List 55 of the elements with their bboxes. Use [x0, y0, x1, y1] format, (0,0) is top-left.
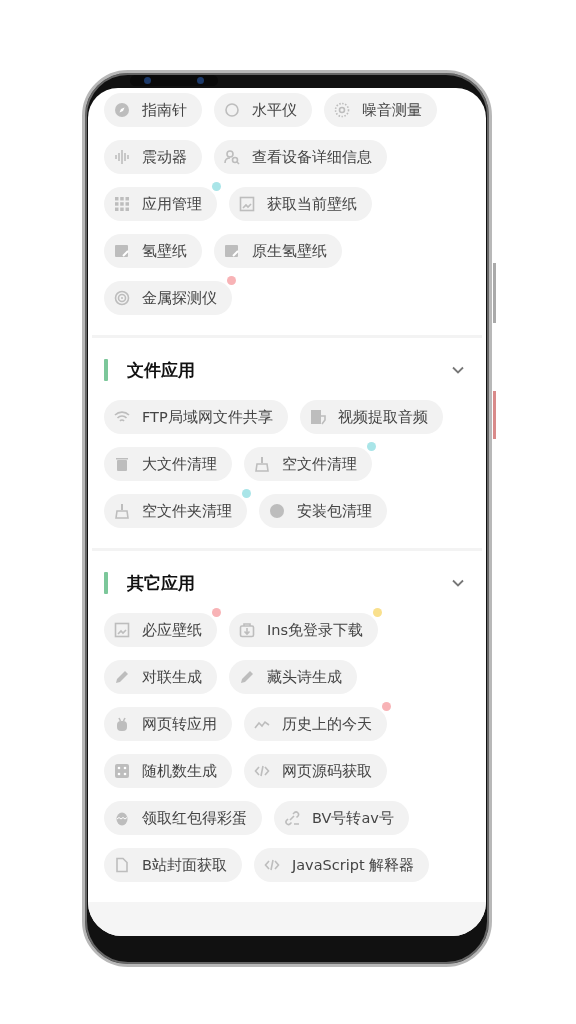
- tool-chip[interactable]: 原生氢壁纸: [214, 234, 342, 268]
- tool-chip[interactable]: 水平仪: [214, 93, 312, 127]
- tool-chip[interactable]: 视频提取音频: [299, 400, 443, 435]
- tool-chip[interactable]: 空文件清理: [244, 447, 372, 482]
- tool-chip[interactable]: B站封面获取: [104, 848, 242, 883]
- tool-chip[interactable]: BV号转av号: [274, 801, 409, 836]
- tool-chip[interactable]: 金属探测仪: [104, 281, 232, 315]
- broom-icon: [254, 456, 270, 473]
- section-title: 文件应用: [127, 358, 196, 382]
- broom-icon: [114, 503, 130, 520]
- image-edit-icon: [224, 243, 240, 259]
- tool-chip[interactable]: 空文件夹清理: [104, 494, 247, 529]
- tool-chip[interactable]: Ins免登录下载: [229, 613, 379, 648]
- trash-icon: [114, 456, 130, 473]
- egg-icon: [114, 810, 130, 827]
- tool-chip[interactable]: FTP局域网文件共享: [104, 400, 288, 435]
- compass-icon: [114, 102, 130, 118]
- radar-icon: [114, 290, 130, 306]
- tool-chip[interactable]: 大文件清理: [104, 447, 232, 482]
- image-icon: [239, 196, 255, 212]
- section-accent-bar: [104, 572, 108, 595]
- tool-chip[interactable]: 随机数生成: [104, 754, 232, 789]
- tool-chip[interactable]: 指南针: [104, 93, 202, 127]
- tool-chip[interactable]: 查看设备详细信息: [214, 140, 387, 174]
- tool-chip[interactable]: JavaScript 解释器: [253, 848, 430, 883]
- link-icon: [284, 810, 300, 827]
- tool-chip[interactable]: 网页源码获取: [244, 754, 387, 789]
- pencil-icon: [114, 669, 130, 686]
- image-edit-icon: [114, 243, 130, 259]
- image-icon: [114, 622, 130, 639]
- robot-icon: [114, 716, 130, 733]
- vibration-icon: [114, 149, 130, 165]
- file-icon: [114, 857, 130, 874]
- download-box-icon: [239, 622, 255, 639]
- grid-icon: [114, 196, 130, 212]
- section-accent-bar: [104, 359, 108, 382]
- dotted-circle-icon: [334, 102, 350, 118]
- tool-chip[interactable]: 领取红包得彩蛋: [104, 801, 262, 836]
- ring-icon: [224, 102, 240, 118]
- tool-chip[interactable]: 氢壁纸: [104, 234, 202, 268]
- tool-chip[interactable]: 应用管理: [104, 187, 217, 221]
- tool-chip[interactable]: 网页转应用: [104, 707, 232, 742]
- person-search-icon: [224, 149, 240, 165]
- tool-chip[interactable]: 藏头诗生成: [229, 660, 357, 695]
- tool-chip[interactable]: 必应壁纸: [104, 613, 217, 648]
- tool-chip[interactable]: 震动器: [104, 140, 202, 174]
- tool-chip[interactable]: 历史上的今天: [244, 707, 387, 742]
- tool-chip[interactable]: 噪音测量: [324, 93, 437, 127]
- tool-chip[interactable]: 获取当前壁纸: [229, 187, 372, 221]
- tool-chip[interactable]: 对联生成: [104, 660, 217, 695]
- section-title: 其它应用: [127, 571, 196, 595]
- tool-chip[interactable]: 安装包清理: [259, 494, 387, 529]
- circle-icon: [269, 503, 285, 520]
- dice-icon: [114, 763, 130, 780]
- pencil-icon: [239, 669, 255, 686]
